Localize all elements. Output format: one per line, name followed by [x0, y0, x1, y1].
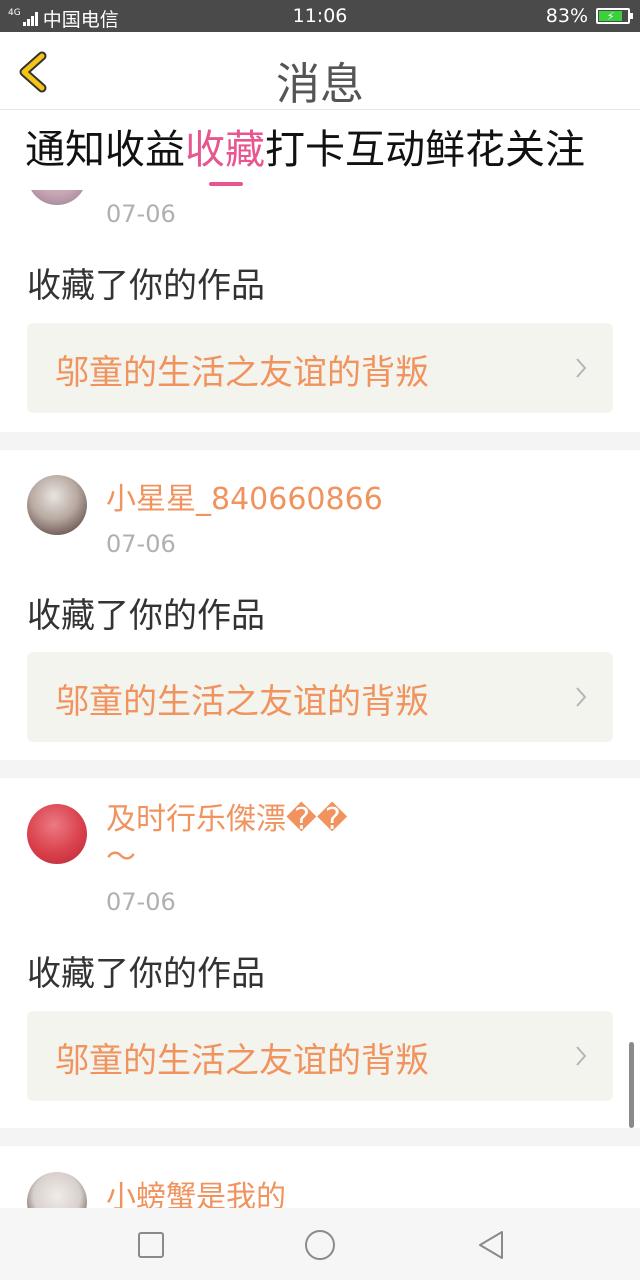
tab-interaction[interactable]: 互动	[345, 118, 425, 190]
system-nav-bar	[0, 1208, 640, 1280]
divider	[0, 760, 640, 778]
scrollbar[interactable]	[629, 1042, 634, 1128]
message-action: 收藏了你的作品	[27, 266, 265, 306]
message-date: 07-06	[106, 530, 176, 558]
tab-flowers[interactable]: 鲜花	[425, 118, 505, 190]
tab-checkin[interactable]: 打卡	[265, 118, 345, 190]
nav-bar: 消息	[0, 32, 640, 110]
work-title: 邬童的生活之友谊的背叛	[55, 1041, 429, 1081]
battery-percent: 83%	[545, 5, 588, 27]
message-action: 收藏了你的作品	[27, 954, 265, 994]
chevron-right-icon	[576, 1046, 587, 1066]
avatar[interactable]	[27, 475, 87, 535]
message-date: 07-06	[106, 200, 176, 228]
list-item: 及时行乐傑漂�� ～ 07-06 收藏了你的作品 邬童的生活之友谊的背叛	[0, 778, 640, 1128]
tab-follows[interactable]: 关注	[505, 118, 585, 190]
home-icon[interactable]	[303, 1228, 337, 1262]
message-date: 07-06	[106, 888, 176, 916]
work-title: 邬童的生活之友谊的背叛	[55, 682, 429, 722]
list-item: 小螃蟹是我的	[0, 1146, 640, 1208]
status-bar: 4G 中国电信 11:06 83% ⚡	[0, 0, 640, 32]
chevron-right-icon	[576, 358, 587, 378]
avatar[interactable]	[27, 1172, 87, 1208]
message-action: 收藏了你的作品	[27, 596, 265, 636]
tab-earnings[interactable]: 收益	[105, 118, 185, 190]
divider	[0, 1128, 640, 1146]
battery-icon: ⚡	[596, 8, 633, 24]
tab-notice[interactable]: 通知	[25, 118, 105, 190]
user-name-continued: ～	[106, 840, 136, 875]
tab-favorites[interactable]: 收藏	[185, 118, 265, 190]
work-title: 邬童的生活之友谊的背叛	[55, 353, 429, 393]
user-name[interactable]: 及时行乐傑漂��	[106, 802, 348, 838]
user-name[interactable]: 小螃蟹是我的	[106, 1180, 286, 1208]
chevron-right-icon	[576, 687, 587, 707]
avatar[interactable]	[27, 190, 87, 205]
user-name[interactable]: 小星星_840660866	[106, 482, 383, 518]
back-nav-icon[interactable]	[474, 1228, 508, 1262]
divider	[0, 432, 640, 450]
active-tab-indicator	[209, 182, 243, 186]
list-item: 小星星_840660866 07-06 收藏了你的作品 邬童的生活之友谊的背叛	[0, 450, 640, 760]
avatar[interactable]	[27, 804, 87, 864]
status-time: 11:06	[292, 5, 348, 27]
work-card[interactable]: 邬童的生活之友谊的背叛	[27, 652, 613, 742]
message-list[interactable]: 07-06 收藏了你的作品 邬童的生活之友谊的背叛 小星星_840660866 …	[0, 190, 640, 1208]
recent-apps-icon[interactable]	[134, 1228, 168, 1262]
tab-bar: 通知 收益 收藏 打卡 互动 鲜花 关注	[25, 118, 625, 190]
list-item: 07-06 收藏了你的作品 邬童的生活之友谊的背叛	[0, 190, 640, 432]
tab-favorites-label: 收藏	[185, 127, 265, 173]
page-title: 消息	[276, 59, 364, 110]
work-card[interactable]: 邬童的生活之友谊的背叛	[27, 323, 613, 413]
work-card[interactable]: 邬童的生活之友谊的背叛	[27, 1011, 613, 1101]
status-right: 83% ⚡	[545, 5, 633, 27]
